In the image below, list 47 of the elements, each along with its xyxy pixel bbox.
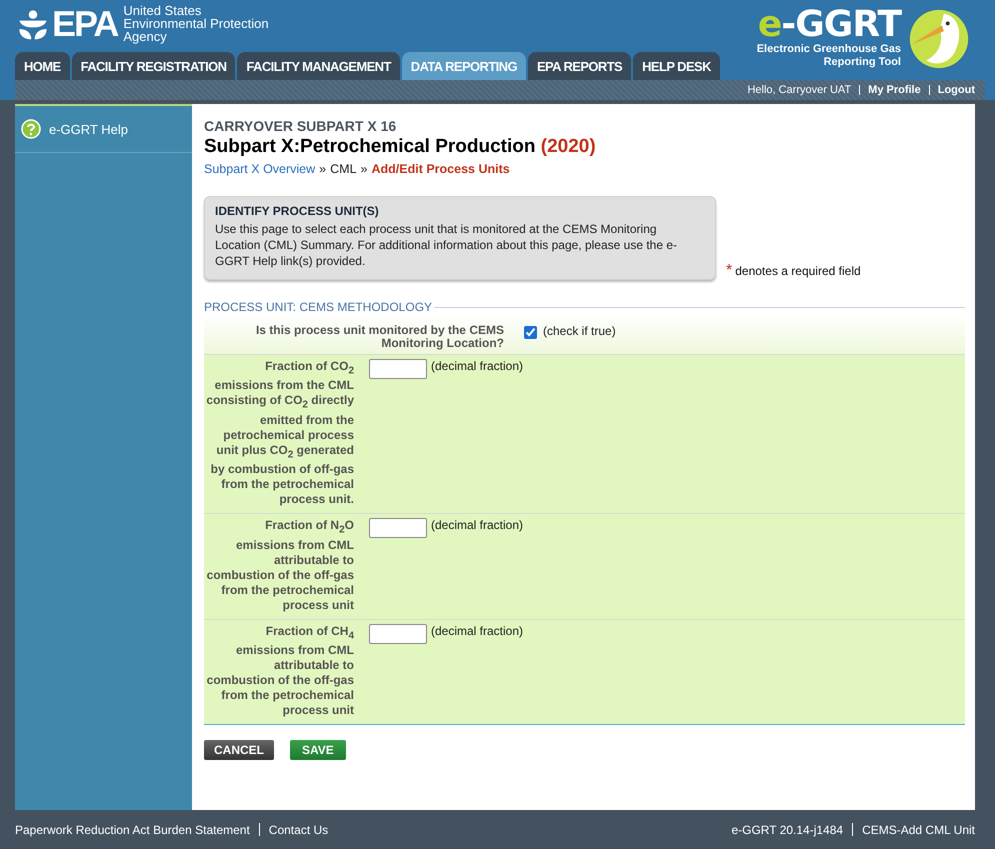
field-label: Is this process unit monitored by the CEMS Monitoring Location? [254, 324, 504, 350]
user-link[interactable]: My Profile [868, 84, 921, 96]
footer-text: e-GGRT 20.14-j1484 [731, 822, 844, 836]
reporting-year: (2020) [540, 136, 596, 157]
field-hint: (check if true) [543, 324, 616, 338]
info-title: IDENTIFY PROCESS UNIT(S) [215, 204, 380, 218]
agency-name: United States [123, 4, 202, 17]
help-icon [21, 119, 41, 139]
tool-logo: e-GGRT [758, 7, 901, 43]
page-title: Subpart X:Petrochemical Production [204, 136, 536, 157]
nav-tab[interactable]: HOME [15, 52, 70, 80]
breadcrumb-separator: » [360, 162, 368, 176]
breadcrumb-item: CML [330, 162, 357, 176]
input-field[interactable] [369, 624, 427, 644]
field-label: Fraction of CO$_{2}$ emissions from the CML consisting of CO$_{2}$ directly emitted from the petrochemical process unit plus CO$_{2}$ generated by combustion of off-gas from the petrochemical process unit. [205, 359, 354, 508]
agency-logo: EPA [52, 6, 118, 42]
greeting-text: Hello, Carryover UAT [747, 84, 852, 96]
breadcrumb-separator: » [319, 162, 326, 176]
input-field[interactable] [369, 518, 427, 538]
section-title: PROCESS UNIT: CEMS METHODOLOGY [204, 300, 432, 314]
save-button[interactable]: SAVE [290, 740, 346, 760]
agency-name: Environmental Protection [123, 17, 269, 30]
nav-tab[interactable]: FACILITY REGISTRATION [72, 52, 236, 80]
footer-link[interactable]: Contact Us [268, 822, 328, 836]
tool-name: Reporting Tool [824, 56, 901, 69]
page-overline: CARRYOVER SUBPART X 16 [204, 118, 398, 134]
footer-text: CEMS-Add CML Unit [862, 822, 975, 836]
checkbox[interactable] [524, 326, 537, 339]
user-link[interactable]: Logout [938, 84, 975, 96]
agency-name: Agency [123, 30, 168, 43]
cancel-button[interactable]: CANCEL [204, 740, 274, 760]
nav-tab[interactable]: EPA REPORTS [528, 52, 632, 80]
breadcrumb-link[interactable]: Subpart X Overview [204, 162, 316, 176]
field-hint: (decimal fraction) [431, 624, 524, 638]
field-label: Fraction of CH$_{4}$ emissions from CML attributable to combustion of the off-gas from the petrochemical process unit [206, 624, 354, 718]
info-text: Use this page to select each process unit that is monitored at the CEMS Monitoring Location (CML) Summary. For additional information about this page, please use the e-GGRT Help link(s) provided. [215, 221, 678, 269]
field-hint: (decimal fraction) [431, 518, 524, 532]
field-hint: (decimal fraction) [431, 359, 524, 373]
nav-tab[interactable]: HELP DESK [633, 52, 720, 80]
input-field[interactable] [369, 359, 427, 379]
field-label: Fraction of N$_{2}$O emissions from CML attributable to combustion of the off-gas from the petrochemical process unit [206, 518, 354, 613]
footer-link[interactable]: Paperwork Reduction Act Burden Statement [15, 822, 250, 836]
required-mark: * [726, 262, 732, 279]
breadcrumb-current: Add/Edit Process Units [371, 162, 510, 176]
tool-name: Electronic Greenhouse Gas [756, 43, 901, 56]
nav-tab[interactable]: FACILITY MANAGEMENT [237, 52, 400, 80]
required-note: denotes a required field [735, 264, 861, 278]
